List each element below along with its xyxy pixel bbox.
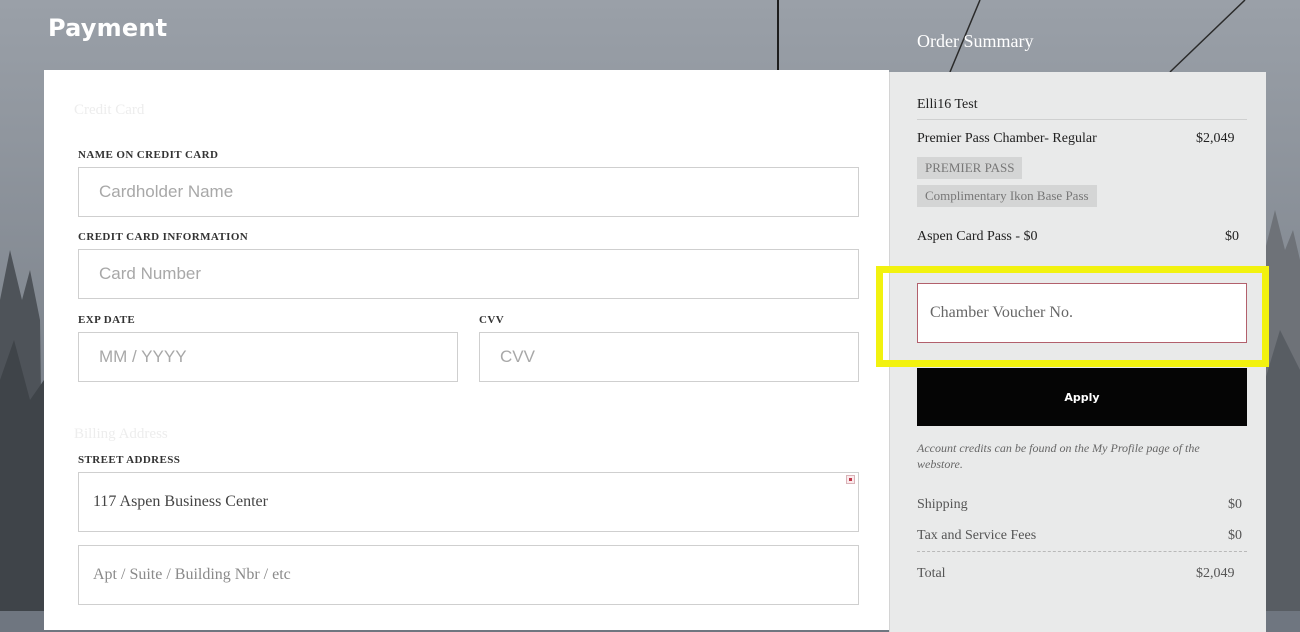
account-credits-note: Account credits can be found on the My P…	[917, 441, 1200, 471]
line-item-price: $2,049	[1196, 131, 1235, 146]
line-item-name: Premier Pass Chamber- Regular	[917, 131, 1097, 146]
cvv-label: CVV	[479, 314, 505, 326]
pass-tag: PREMIER PASS	[917, 157, 1023, 179]
total-divider	[917, 551, 1247, 552]
tax-fees-value: $0	[1228, 528, 1242, 543]
exp-date-input[interactable]	[78, 332, 458, 382]
billing-address-heading: Billing Address	[74, 426, 168, 442]
name-on-card-label: NAME ON CREDIT CARD	[78, 149, 219, 161]
cvv-input[interactable]	[479, 332, 859, 382]
total-label: Total	[917, 566, 946, 581]
credit-card-heading: Credit Card	[74, 102, 145, 118]
apply-button[interactable]: Apply	[917, 368, 1247, 426]
total-value: $2,049	[1196, 566, 1235, 581]
shipping-value: $0	[1228, 497, 1242, 512]
summary-divider	[917, 119, 1247, 120]
apt-suite-input[interactable]	[78, 545, 859, 605]
customer-name: Elli16 Test	[917, 97, 978, 112]
street-address-label: STREET ADDRESS	[78, 454, 181, 466]
exp-date-label: EXP DATE	[78, 314, 136, 326]
card-info-label: CREDIT CARD INFORMATION	[78, 231, 249, 243]
street-address-input[interactable]	[78, 472, 859, 532]
order-summary-title: Order Summary	[917, 31, 1034, 51]
chamber-voucher-input[interactable]	[917, 283, 1247, 343]
page-title: Payment	[48, 14, 168, 42]
line-item-price: $0	[1225, 229, 1239, 244]
card-number-input[interactable]	[78, 249, 859, 299]
pass-tag: Complimentary Ikon Base Pass	[917, 185, 1097, 207]
shipping-label: Shipping	[917, 497, 968, 512]
cardholder-name-input[interactable]	[78, 167, 859, 217]
payment-panel: Credit Card NAME ON CREDIT CARD CREDIT C…	[44, 70, 889, 630]
tax-fees-label: Tax and Service Fees	[917, 528, 1037, 543]
line-item-name: Aspen Card Pass - $0	[917, 229, 1038, 244]
required-field-icon	[846, 475, 855, 484]
